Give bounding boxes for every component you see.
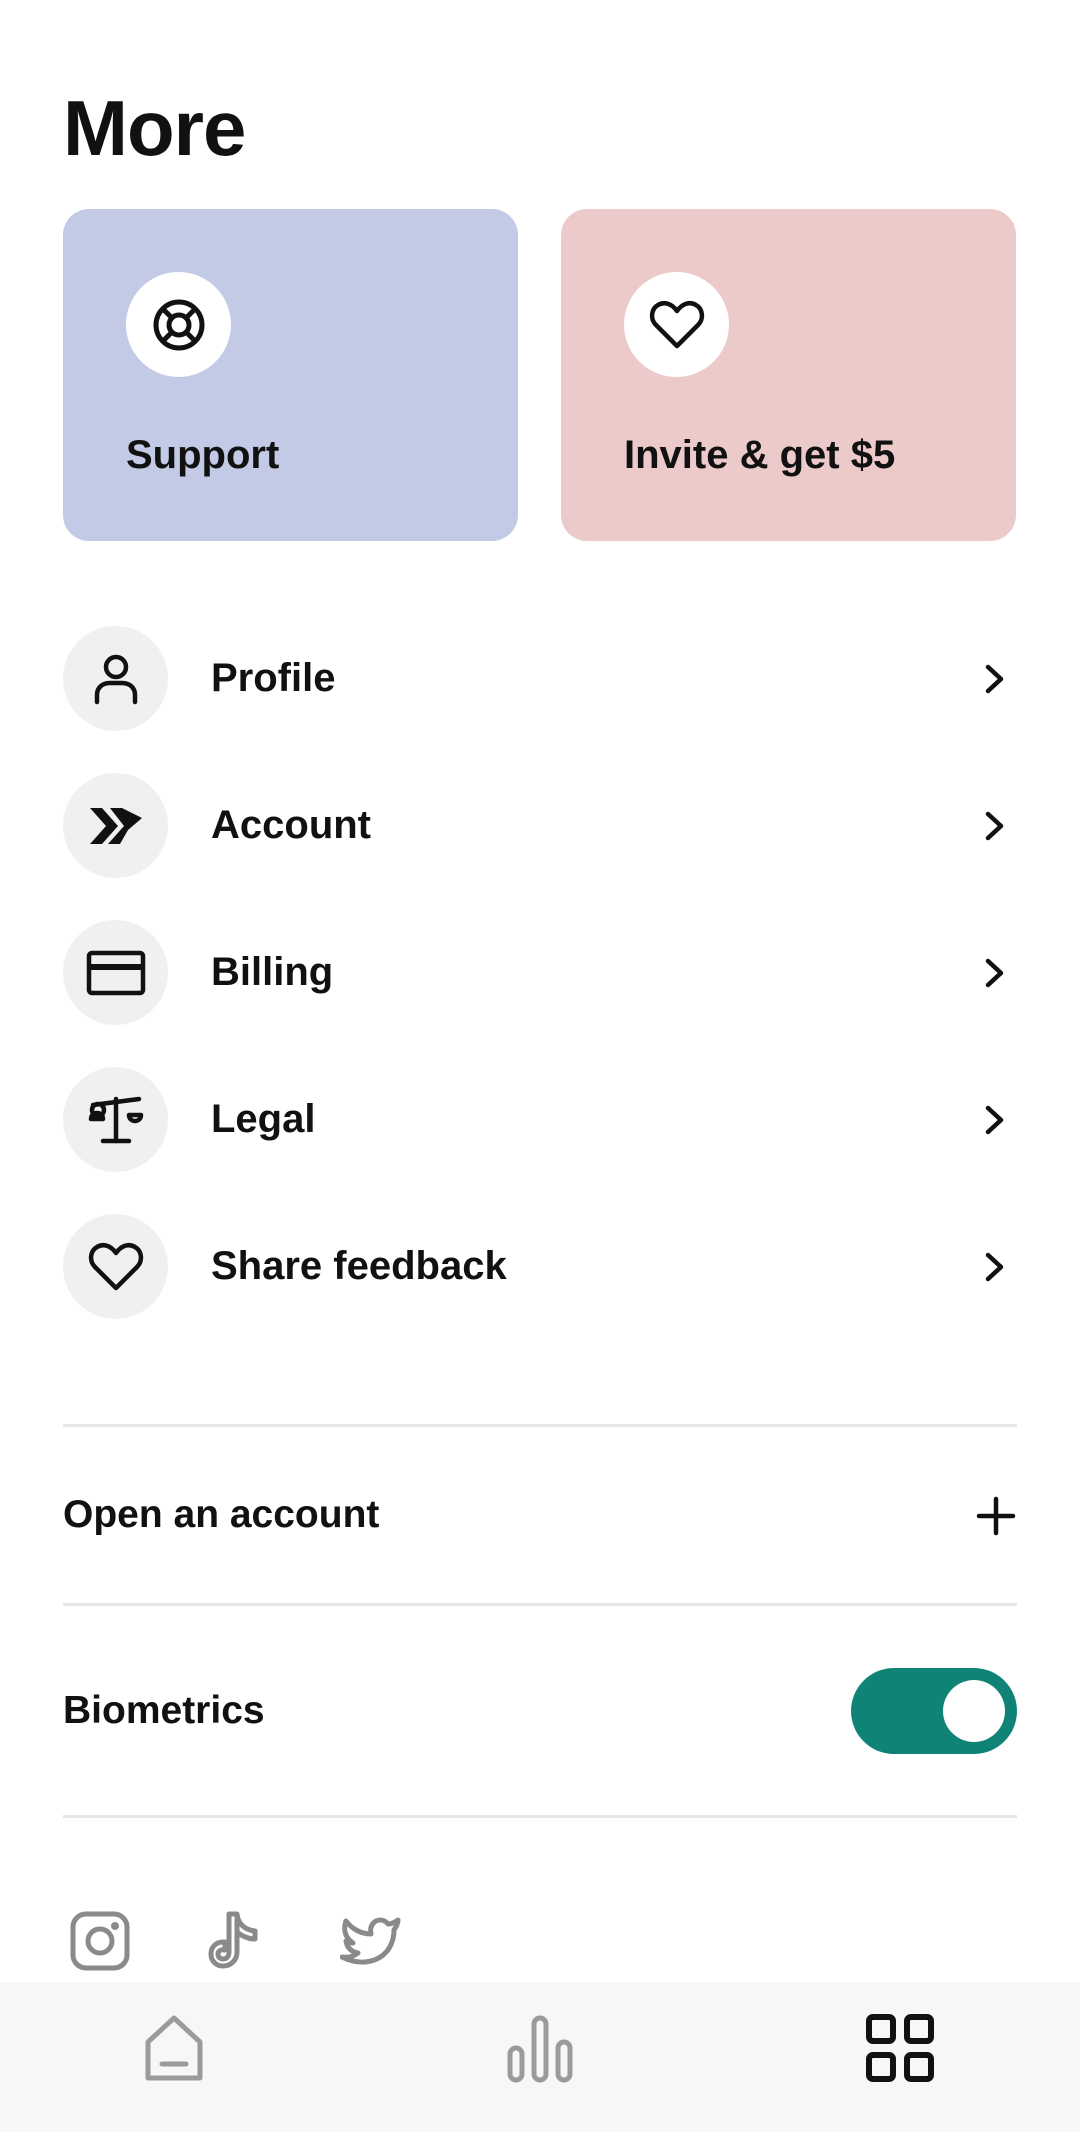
twitter-icon[interactable] — [340, 1910, 402, 1972]
scales-icon — [63, 1067, 168, 1172]
toggle-knob — [943, 1680, 1005, 1742]
biometrics-label: Biometrics — [63, 1689, 265, 1732]
page-title: More — [63, 84, 246, 173]
settings-menu: Profile Account Billing Legal Share feed… — [63, 626, 1017, 1361]
invite-label: Invite & get $5 — [624, 433, 896, 477]
menu-item-account[interactable]: Account — [63, 773, 1017, 920]
menu-item-label: Share feedback — [211, 1244, 507, 1288]
credit-card-icon — [63, 920, 168, 1025]
menu-item-legal[interactable]: Legal — [63, 1067, 1017, 1214]
menu-item-label: Legal — [211, 1097, 316, 1141]
divider — [63, 1424, 1017, 1427]
tiktok-icon[interactable] — [205, 1910, 267, 1972]
menu-item-share-feedback[interactable]: Share feedback — [63, 1214, 1017, 1361]
support-label: Support — [126, 433, 280, 477]
heart-icon — [624, 272, 729, 377]
bar-chart-icon[interactable] — [504, 2012, 576, 2084]
open-account-row[interactable]: Open an account — [63, 1491, 379, 1539]
chevron-right-icon — [985, 1105, 1004, 1135]
support-card[interactable]: Support — [63, 209, 518, 541]
chevron-right-icon — [985, 664, 1004, 694]
bottom-nav — [0, 1982, 1080, 2132]
divider — [63, 1603, 1017, 1606]
grid-icon[interactable] — [864, 2012, 936, 2084]
double-chevron-icon — [63, 773, 168, 878]
instagram-icon[interactable] — [69, 1910, 131, 1972]
chevron-right-icon — [985, 958, 1004, 988]
invite-card[interactable]: Invite & get $5 — [561, 209, 1016, 541]
menu-item-billing[interactable]: Billing — [63, 920, 1017, 1067]
biometrics-toggle[interactable] — [851, 1668, 1017, 1754]
menu-item-profile[interactable]: Profile — [63, 626, 1017, 773]
lifebuoy-icon — [126, 272, 231, 377]
chevron-right-icon — [985, 1252, 1004, 1282]
menu-item-label: Billing — [211, 950, 334, 994]
plus-icon[interactable] — [976, 1496, 1016, 1536]
menu-item-label: Profile — [211, 656, 336, 700]
heart-icon — [63, 1214, 168, 1319]
home-icon[interactable] — [138, 2012, 210, 2084]
menu-item-label: Account — [211, 803, 371, 847]
divider — [63, 1815, 1017, 1818]
person-icon — [63, 626, 168, 731]
chevron-right-icon — [985, 811, 1004, 841]
